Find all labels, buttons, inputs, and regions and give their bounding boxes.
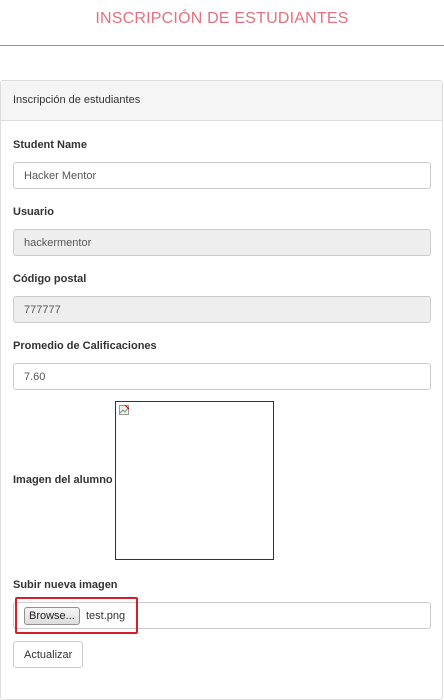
- student-name-input[interactable]: [13, 162, 431, 189]
- student-image: [115, 401, 274, 560]
- panel-heading: Inscripción de estudiantes: [1, 81, 442, 121]
- grade-average-label: Promedio de Calificaciones: [13, 340, 157, 352]
- student-name-label: Student Name: [13, 139, 87, 151]
- student-image-label: Imagen del alumno: [13, 474, 113, 486]
- enrollment-panel: Inscripción de estudiantes Student Name …: [0, 80, 443, 700]
- browse-button[interactable]: Browse...: [24, 607, 80, 625]
- upload-image-label: Subir nueva imagen: [13, 579, 118, 591]
- usuario-label: Usuario: [13, 206, 54, 218]
- usuario-input[interactable]: [13, 229, 431, 256]
- update-button[interactable]: Actualizar: [13, 641, 84, 668]
- broken-image-icon: [119, 405, 129, 415]
- postal-code-label: Código postal: [13, 273, 87, 285]
- grade-average-input[interactable]: [13, 363, 431, 390]
- page-header: INSCRIPCIÓN DE ESTUDIANTES: [0, 0, 444, 46]
- postal-code-input[interactable]: [13, 296, 431, 323]
- selected-file-name: test.png: [86, 610, 126, 622]
- file-input[interactable]: Browse... test.png: [13, 602, 431, 629]
- page-title: INSCRIPCIÓN DE ESTUDIANTES: [95, 10, 349, 27]
